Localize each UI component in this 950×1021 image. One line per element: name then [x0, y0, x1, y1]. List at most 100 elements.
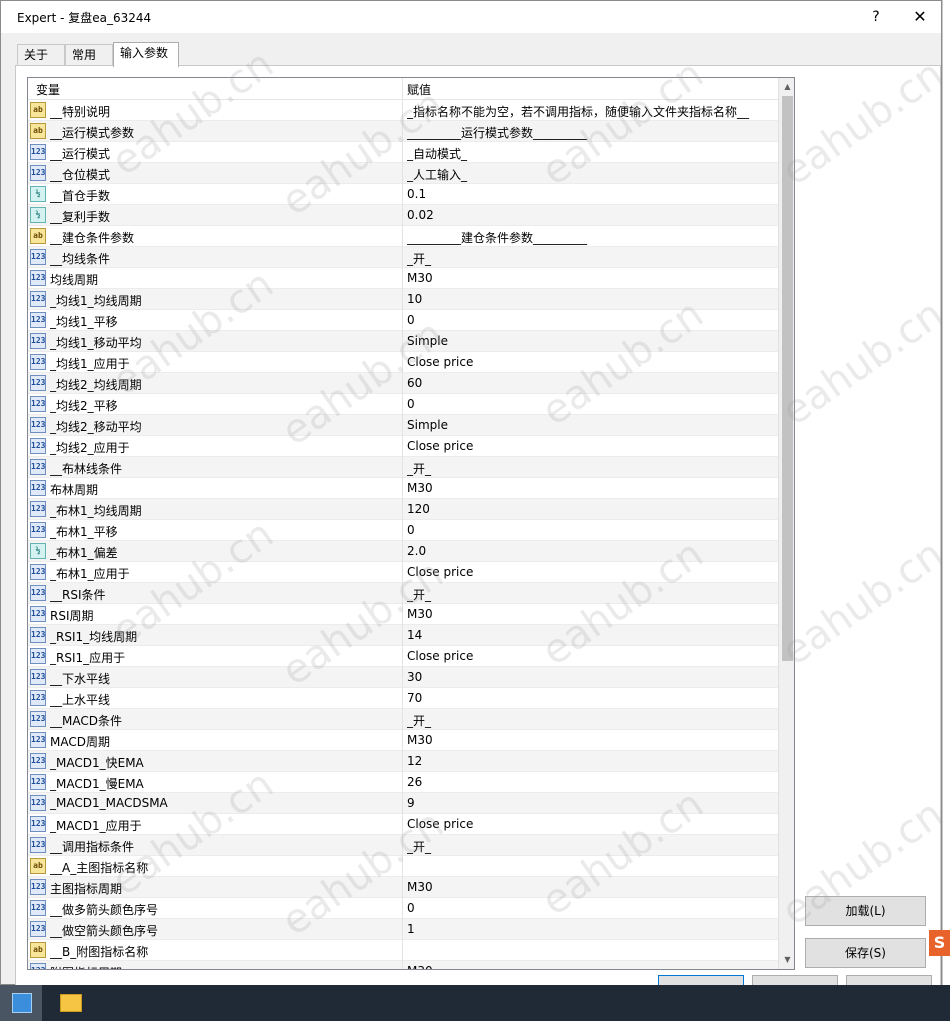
variable-value[interactable]: M30 [407, 733, 775, 747]
variable-value[interactable]: Close price [407, 439, 775, 453]
variable-value[interactable]: _开_ [407, 250, 775, 267]
table-row[interactable]: 123 _RSI1_均线周期 14 [28, 625, 778, 646]
table-row[interactable]: 123 _均线2_平移 0 [28, 394, 778, 415]
variable-value[interactable]: 0.02 [407, 208, 775, 222]
table-row[interactable]: 123 _MACD1_应用于 Close price [28, 814, 778, 835]
table-row[interactable]: ab __建仓条件参数 _________建仓条件参数_________ [28, 226, 778, 247]
variable-value[interactable]: 120 [407, 502, 775, 516]
header-divider[interactable] [402, 78, 403, 100]
variable-value[interactable]: 0 [407, 901, 775, 915]
table-row[interactable]: 123 _均线1_均线周期 10 [28, 289, 778, 310]
table-row[interactable]: 123 __均线条件 _开_ [28, 247, 778, 268]
table-row[interactable]: 123 __下水平线 30 [28, 667, 778, 688]
taskbar-app-explorer[interactable] [50, 985, 92, 1021]
variable-value[interactable]: 60 [407, 376, 775, 390]
table-row[interactable]: 123 _均线2_应用于 Close price [28, 436, 778, 457]
table-row[interactable]: ab __运行模式参数 _________运行模式参数_________ [28, 121, 778, 142]
table-row[interactable]: 123 主图指标周期 M30 [28, 877, 778, 898]
scroll-down-icon[interactable]: ▼ [779, 951, 794, 968]
table-row[interactable]: 123 _布林1_平移 0 [28, 520, 778, 541]
variable-value[interactable]: 0 [407, 523, 775, 537]
table-row[interactable]: 123 _均线1_平移 0 [28, 310, 778, 331]
table-row[interactable]: 123 _MACD1_MACDSMA 9 [28, 793, 778, 814]
table-row[interactable]: 123 均线周期 M30 [28, 268, 778, 289]
variable-value[interactable]: Close price [407, 355, 775, 369]
table-row[interactable]: ab __B_附图指标名称 [28, 940, 778, 961]
scroll-thumb[interactable] [782, 96, 793, 661]
table-row[interactable]: 123 __运行模式 _自动模式_ [28, 142, 778, 163]
table-row[interactable]: 123 _MACD1_快EMA 12 [28, 751, 778, 772]
variable-value[interactable]: M30 [407, 964, 775, 969]
table-row[interactable]: 123 __RSI条件 _开_ [28, 583, 778, 604]
taskbar-app-metatrader[interactable] [0, 985, 42, 1021]
table-row[interactable]: 123 _布林1_应用于 Close price [28, 562, 778, 583]
scroll-up-icon[interactable]: ▲ [779, 78, 794, 95]
variable-value[interactable]: Simple [407, 334, 775, 348]
vertical-scrollbar[interactable]: ▲ ▼ [778, 78, 794, 969]
load-button[interactable]: 加载(L) [805, 896, 926, 926]
variable-value[interactable]: _开_ [407, 460, 775, 477]
table-row[interactable]: 123 _均线2_均线周期 60 [28, 373, 778, 394]
table-row[interactable]: 123 __上水平线 70 [28, 688, 778, 709]
table-row[interactable]: ½ __复利手数 0.02 [28, 205, 778, 226]
table-row[interactable]: 123 _均线2_移动平均 Simple [28, 415, 778, 436]
table-row[interactable]: 123 __布林线条件 _开_ [28, 457, 778, 478]
ok-button-partial[interactable] [658, 975, 744, 985]
variable-value[interactable]: 26 [407, 775, 775, 789]
table-row[interactable]: 123 附图指标周期 M30 [28, 961, 778, 969]
title-bar[interactable]: Expert - 复盘ea_63244 ? ✕ [1, 1, 941, 33]
table-row[interactable]: ½ _布林1_偏差 2.0 [28, 541, 778, 562]
table-row[interactable]: 123 _均线1_应用于 Close price [28, 352, 778, 373]
variable-value[interactable]: 2.0 [407, 544, 775, 558]
variable-value[interactable]: 1 [407, 922, 775, 936]
save-button[interactable]: 保存(S) [805, 938, 926, 968]
table-row[interactable]: 123 RSI周期 M30 [28, 604, 778, 625]
variable-value[interactable]: _开_ [407, 586, 775, 603]
variable-value[interactable]: M30 [407, 607, 775, 621]
tab-inputs[interactable]: 输入参数 [113, 42, 179, 67]
table-row[interactable]: 123 布林周期 M30 [28, 478, 778, 499]
help-button[interactable]: ? [861, 3, 891, 31]
variable-value[interactable]: M30 [407, 880, 775, 894]
header-value[interactable]: 赋值 [407, 81, 431, 98]
variable-value[interactable]: _指标名称不能为空，若不调用指标，随便输入文件夹指标名称__ [407, 103, 775, 120]
table-row[interactable]: ab __特别说明 _指标名称不能为空，若不调用指标，随便输入文件夹指标名称__ [28, 100, 778, 121]
variable-value[interactable]: Close price [407, 817, 775, 831]
variable-value[interactable]: _人工输入_ [407, 166, 775, 183]
table-row[interactable]: 123 MACD周期 M30 [28, 730, 778, 751]
variable-value[interactable]: M30 [407, 481, 775, 495]
table-row[interactable]: 123 _均线1_移动平均 Simple [28, 331, 778, 352]
variable-value[interactable]: 12 [407, 754, 775, 768]
tab-about[interactable]: 关于 [17, 44, 65, 66]
variable-value[interactable]: 0.1 [407, 187, 775, 201]
table-row[interactable]: ab __A_主图指标名称 [28, 856, 778, 877]
variable-value[interactable]: 30 [407, 670, 775, 684]
variable-value[interactable]: 70 [407, 691, 775, 705]
close-button[interactable]: ✕ [903, 3, 937, 31]
table-row[interactable]: 123 __调用指标条件 _开_ [28, 835, 778, 856]
table-row[interactable]: 123 _MACD1_慢EMA 26 [28, 772, 778, 793]
tab-common[interactable]: 常用 [65, 44, 113, 66]
table-row[interactable]: 123 _RSI1_应用于 Close price [28, 646, 778, 667]
table-row[interactable]: 123 __做多箭头颜色序号 0 [28, 898, 778, 919]
header-variable[interactable]: 变量 [36, 81, 60, 98]
variable-value[interactable]: M30 [407, 271, 775, 285]
variable-value[interactable]: _自动模式_ [407, 145, 775, 162]
table-row[interactable]: 123 __做空箭头颜色序号 1 [28, 919, 778, 940]
table-row[interactable]: 123 _布林1_均线周期 120 [28, 499, 778, 520]
variable-value[interactable]: 0 [407, 397, 775, 411]
variable-value[interactable]: _________建仓条件参数_________ [407, 229, 775, 246]
table-row[interactable]: 123 __MACD条件 _开_ [28, 709, 778, 730]
cancel-button-partial[interactable] [752, 975, 838, 985]
variable-value[interactable]: 10 [407, 292, 775, 306]
variable-value[interactable]: Close price [407, 649, 775, 663]
variable-value[interactable]: 14 [407, 628, 775, 642]
variable-value[interactable]: 0 [407, 313, 775, 327]
variable-value[interactable]: 9 [407, 796, 775, 810]
table-row[interactable]: 123 __仓位模式 _人工输入_ [28, 163, 778, 184]
table-row[interactable]: ½ __首仓手数 0.1 [28, 184, 778, 205]
reset-button-partial[interactable] [846, 975, 932, 985]
variable-value[interactable]: Close price [407, 565, 775, 579]
variable-value[interactable]: _开_ [407, 838, 775, 855]
variable-value[interactable]: _开_ [407, 712, 775, 729]
